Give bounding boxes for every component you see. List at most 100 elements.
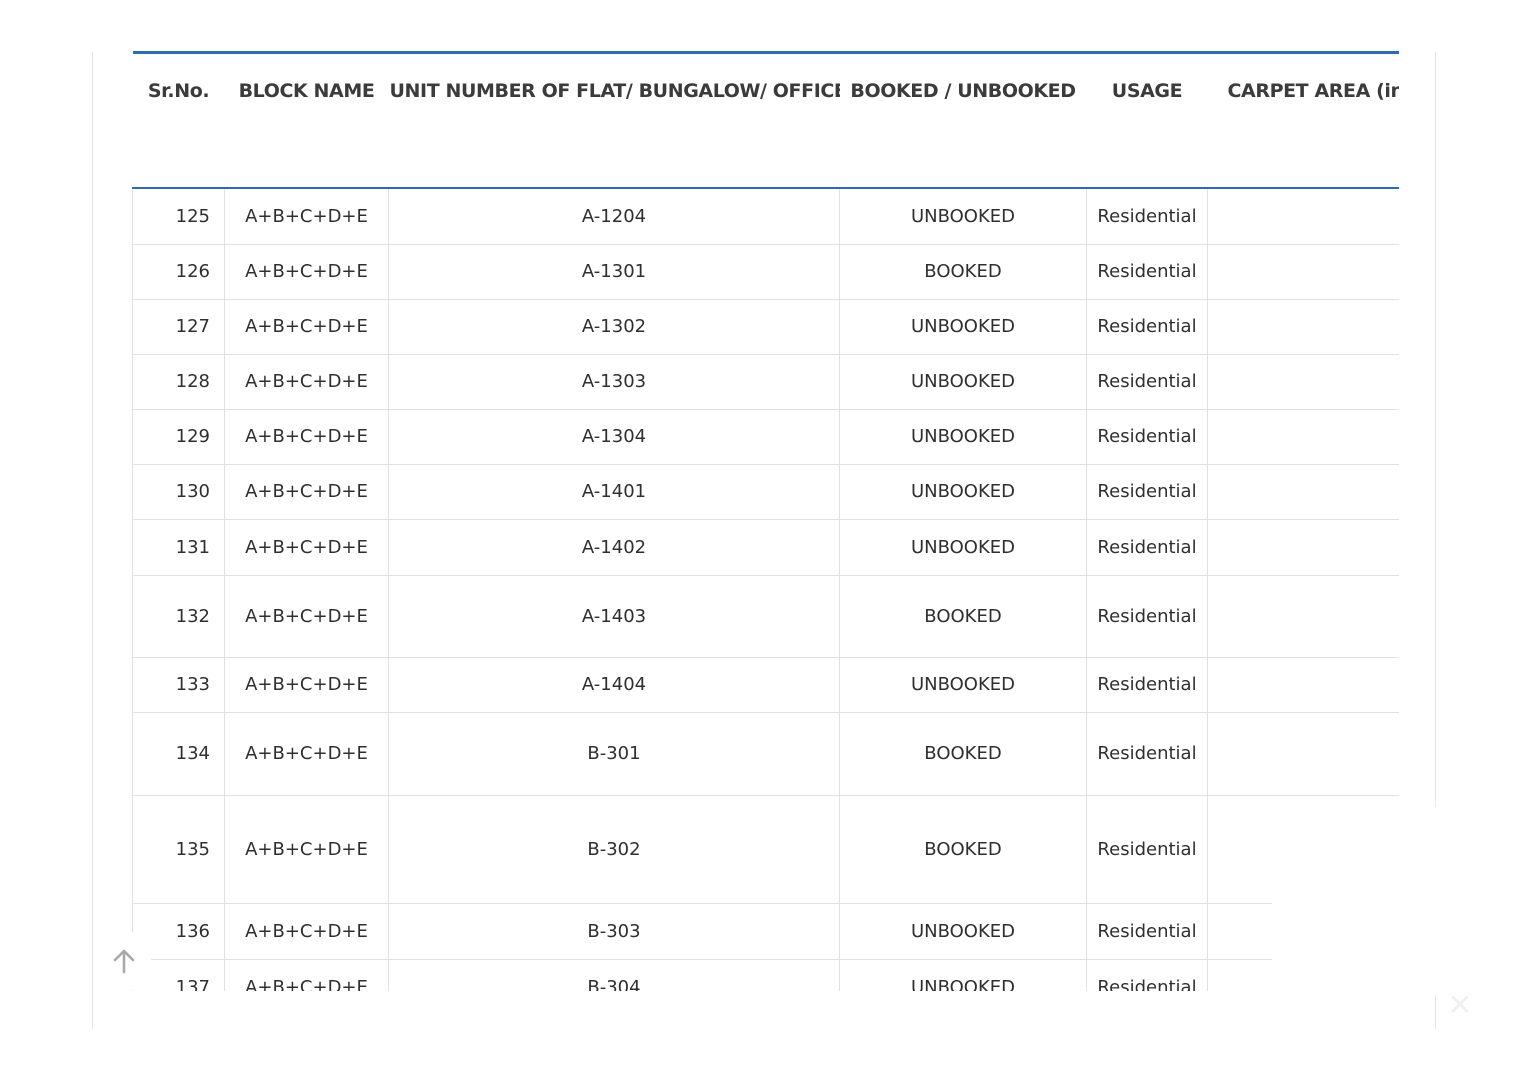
cell-usage: Residential bbox=[1086, 353, 1208, 410]
table-row: 135 A+B+C+D+E B-302 BOOKED Residential bbox=[132, 794, 1399, 904]
cell-booking-status: UNBOOKED bbox=[839, 408, 1087, 465]
cell-block-name: A+B+C+D+E bbox=[224, 353, 389, 410]
cell-block-name: A+B+C+D+E bbox=[224, 408, 389, 465]
arrow-up-icon bbox=[113, 949, 135, 974]
cell-block-name: A+B+C+D+E bbox=[224, 958, 389, 991]
cell-carpet-area bbox=[1207, 353, 1399, 410]
close-icon[interactable]: ✕ bbox=[1444, 990, 1476, 1022]
cell-carpet-area bbox=[1207, 243, 1399, 300]
cell-usage: Residential bbox=[1086, 408, 1208, 465]
table-row: 128 A+B+C+D+E A-1303 UNBOOKED Residential bbox=[132, 353, 1399, 410]
cell-usage: Residential bbox=[1086, 298, 1208, 355]
cell-unit-number: A-1302 bbox=[388, 298, 840, 355]
column-header-unit-number[interactable]: UNIT NUMBER OF FLAT/ BUNGALOW/ OFFICE. bbox=[388, 51, 840, 189]
cell-block-name: A+B+C+D+E bbox=[224, 711, 389, 796]
cell-booking-status: UNBOOKED bbox=[839, 518, 1087, 576]
cell-unit-number: B-304 bbox=[388, 958, 840, 991]
cell-usage: Residential bbox=[1086, 187, 1208, 245]
cell-block-name: A+B+C+D+E bbox=[224, 656, 389, 713]
cell-unit-number: A-1204 bbox=[388, 187, 840, 245]
column-header-booking-status[interactable]: BOOKED / UNBOOKED bbox=[839, 51, 1087, 189]
table-row: 126 A+B+C+D+E A-1301 BOOKED Residential bbox=[132, 243, 1399, 300]
table-row: 130 A+B+C+D+E A-1401 UNBOOKED Residential bbox=[132, 463, 1399, 520]
scroll-to-top-button[interactable] bbox=[97, 932, 151, 990]
cell-unit-number: A-1303 bbox=[388, 353, 840, 410]
cell-sr-no: 128 bbox=[132, 353, 225, 410]
cell-booking-status: UNBOOKED bbox=[839, 187, 1087, 245]
cell-sr-no: 129 bbox=[132, 408, 225, 465]
cell-usage: Residential bbox=[1086, 902, 1208, 960]
cell-sr-no: 125 bbox=[132, 187, 225, 245]
cell-unit-number: B-301 bbox=[388, 711, 840, 796]
cell-usage: Residential bbox=[1086, 518, 1208, 576]
cell-booking-status: UNBOOKED bbox=[839, 298, 1087, 355]
cell-carpet-area bbox=[1207, 711, 1399, 796]
overlay-gap bbox=[1272, 870, 1399, 995]
cell-block-name: A+B+C+D+E bbox=[224, 463, 389, 520]
cell-sr-no: 132 bbox=[132, 574, 225, 658]
cell-booking-status: UNBOOKED bbox=[839, 353, 1087, 410]
table-body: 125 A+B+C+D+E A-1204 UNBOOKED Residential 126… bbox=[132, 187, 1399, 991]
table-row: 127 A+B+C+D+E A-1302 UNBOOKED Residential bbox=[132, 298, 1399, 355]
table-row: 125 A+B+C+D+E A-1204 UNBOOKED Residential bbox=[132, 187, 1399, 245]
inventory-table: Sr.No. BLOCK NAME UNIT NUMBER OF FLAT/ B… bbox=[132, 51, 1399, 991]
column-header-block-name[interactable]: BLOCK NAME bbox=[224, 51, 389, 189]
cell-carpet-area bbox=[1207, 656, 1399, 713]
table-row: 133 A+B+C+D+E A-1404 UNBOOKED Residential bbox=[132, 656, 1399, 713]
cell-block-name: A+B+C+D+E bbox=[224, 574, 389, 658]
cell-booking-status: BOOKED bbox=[839, 243, 1087, 300]
cell-usage: Residential bbox=[1086, 711, 1208, 796]
cell-usage: Residential bbox=[1086, 574, 1208, 658]
page: Sr.No. BLOCK NAME UNIT NUMBER OF FLAT/ B… bbox=[0, 0, 1528, 1080]
cell-sr-no: 134 bbox=[132, 711, 225, 796]
content-frame-right-border-lower bbox=[1435, 995, 1436, 1030]
column-header-usage[interactable]: USAGE bbox=[1086, 51, 1208, 189]
cell-unit-number: B-302 bbox=[388, 794, 840, 904]
table-row: 136 A+B+C+D+E B-303 UNBOOKED Residential bbox=[132, 902, 1399, 960]
cell-sr-no: 135 bbox=[132, 794, 225, 904]
cell-unit-number: A-1401 bbox=[388, 463, 840, 520]
cell-booking-status: BOOKED bbox=[839, 794, 1087, 904]
content-frame-right-border bbox=[1435, 52, 1436, 807]
cell-booking-status: BOOKED bbox=[839, 711, 1087, 796]
cell-usage: Residential bbox=[1086, 794, 1208, 904]
cell-sr-no: 126 bbox=[132, 243, 225, 300]
content-frame-left-border bbox=[92, 52, 93, 1030]
cell-booking-status: BOOKED bbox=[839, 574, 1087, 658]
cell-sr-no: 131 bbox=[132, 518, 225, 576]
cell-sr-no: 133 bbox=[132, 656, 225, 713]
cell-block-name: A+B+C+D+E bbox=[224, 187, 389, 245]
table-row: 134 A+B+C+D+E B-301 BOOKED Residential bbox=[132, 711, 1399, 796]
table-row: 132 A+B+C+D+E A-1403 BOOKED Residential bbox=[132, 574, 1399, 658]
inventory-table-container[interactable]: Sr.No. BLOCK NAME UNIT NUMBER OF FLAT/ B… bbox=[132, 51, 1399, 991]
column-header-sr-no[interactable]: Sr.No. bbox=[132, 51, 225, 189]
cell-block-name: A+B+C+D+E bbox=[224, 518, 389, 576]
table-row: 129 A+B+C+D+E A-1304 UNBOOKED Residential bbox=[132, 408, 1399, 465]
cell-usage: Residential bbox=[1086, 463, 1208, 520]
header-row: Sr.No. BLOCK NAME UNIT NUMBER OF FLAT/ B… bbox=[132, 51, 1399, 189]
table-header: Sr.No. BLOCK NAME UNIT NUMBER OF FLAT/ B… bbox=[132, 51, 1399, 189]
cell-unit-number: A-1301 bbox=[388, 243, 840, 300]
cell-carpet-area bbox=[1207, 298, 1399, 355]
column-header-carpet-area[interactable]: CARPET AREA (in Sq bbox=[1207, 51, 1399, 189]
cell-usage: Residential bbox=[1086, 656, 1208, 713]
cell-booking-status: UNBOOKED bbox=[839, 958, 1087, 991]
cell-sr-no: 127 bbox=[132, 298, 225, 355]
cell-carpet-area bbox=[1207, 463, 1399, 520]
table-row: 131 A+B+C+D+E A-1402 UNBOOKED Residential bbox=[132, 518, 1399, 576]
cell-block-name: A+B+C+D+E bbox=[224, 298, 389, 355]
cell-unit-number: A-1403 bbox=[388, 574, 840, 658]
cell-booking-status: UNBOOKED bbox=[839, 463, 1087, 520]
cell-unit-number: A-1402 bbox=[388, 518, 840, 576]
cell-unit-number: A-1404 bbox=[388, 656, 840, 713]
cell-sr-no: 130 bbox=[132, 463, 225, 520]
cell-unit-number: A-1304 bbox=[388, 408, 840, 465]
cell-usage: Residential bbox=[1086, 243, 1208, 300]
cell-booking-status: UNBOOKED bbox=[839, 656, 1087, 713]
cell-carpet-area bbox=[1207, 408, 1399, 465]
cell-booking-status: UNBOOKED bbox=[839, 902, 1087, 960]
cell-carpet-area bbox=[1207, 574, 1399, 658]
table-row: 137 A+B+C+D+E B-304 UNBOOKED Residential bbox=[132, 958, 1399, 991]
cell-carpet-area bbox=[1207, 518, 1399, 576]
cell-unit-number: B-303 bbox=[388, 902, 840, 960]
